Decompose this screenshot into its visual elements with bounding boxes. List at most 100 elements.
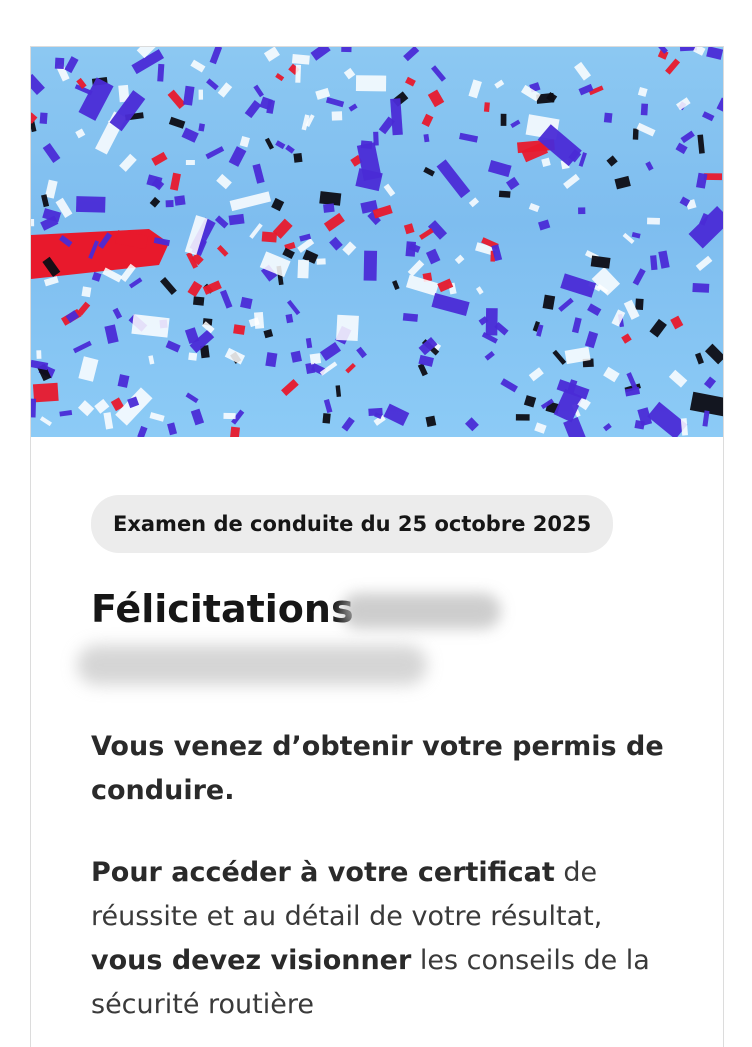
confetti-piece [91, 271, 102, 282]
license-obtained-text: Vous venez d’obtenir votre permis de con… [91, 731, 664, 806]
redacted-name-last [77, 645, 427, 685]
confetti-piece [169, 172, 181, 191]
confetti-piece [229, 191, 272, 212]
confetti-piece [190, 59, 206, 73]
confetti-piece [31, 359, 49, 371]
confetti-piece [403, 223, 415, 235]
confetti-piece [244, 100, 262, 119]
confetti-piece [297, 259, 310, 279]
confetti-piece [640, 103, 649, 116]
confetti-piece [149, 196, 161, 208]
confetti-piece [665, 58, 681, 75]
confetti-piece [423, 133, 430, 143]
confetti-piece [368, 407, 383, 417]
confetti-piece [151, 151, 168, 166]
confetti-piece [405, 274, 439, 296]
confetti-piece [206, 78, 219, 91]
confetti-piece [323, 203, 335, 213]
confetti-piece [650, 255, 658, 271]
confetti-piece [128, 277, 143, 289]
confetti-piece [285, 313, 294, 324]
confetti-piece [310, 47, 331, 61]
confetti-piece [487, 160, 512, 178]
confetti-piece [647, 217, 660, 225]
confetti-piece [104, 324, 119, 344]
confetti-piece [403, 47, 420, 62]
confetti-piece [701, 111, 715, 122]
confetti-piece [475, 286, 484, 295]
confetti-piece [421, 113, 434, 127]
confetti-piece [702, 410, 710, 427]
confetti-piece [603, 366, 620, 383]
confetti-piece [336, 314, 359, 342]
result-card: Examen de conduite du 25 octobre 2025 Fé… [30, 46, 724, 1047]
confetti-piece [500, 378, 518, 393]
confetti-piece [693, 47, 706, 56]
confetti-piece [584, 330, 599, 349]
confetti-piece [637, 86, 648, 97]
confetti-piece [425, 415, 437, 428]
confetti-piece [331, 111, 343, 121]
confetti-piece [341, 416, 355, 432]
exam-date-badge: Examen de conduite du 25 octobre 2025 [91, 495, 614, 553]
confetti-piece [634, 420, 645, 430]
confetti-piece [263, 47, 280, 62]
confetti-piece [131, 314, 170, 338]
confetti-piece [165, 200, 174, 208]
confetti-piece [523, 395, 537, 408]
confetti-piece [309, 353, 322, 365]
confetti-piece [119, 153, 137, 172]
confetti-piece [538, 219, 551, 231]
confetti-piece [697, 134, 705, 154]
confetti-piece [185, 392, 199, 404]
confetti-piece [363, 250, 378, 281]
confetti-piece [217, 82, 233, 98]
confetti-piece [261, 231, 278, 243]
confetti-piece [345, 362, 356, 374]
confetti-piece [329, 236, 343, 251]
certificate-instructions: Pour accéder à votre certificat de réuss… [91, 851, 671, 1027]
confetti-piece [216, 245, 229, 257]
confetti-piece [454, 254, 465, 265]
confetti-piece [355, 75, 387, 92]
confetti-piece [285, 144, 295, 154]
confetti-piece [635, 298, 644, 311]
confetti-piece [44, 179, 58, 199]
confetti-piece [290, 350, 302, 363]
confetti-piece [319, 341, 342, 361]
confetti-illustration [31, 47, 723, 437]
confetti-piece [342, 241, 357, 256]
confetti-piece [167, 89, 186, 110]
confetti-piece [560, 273, 597, 298]
confetti-piece [188, 352, 198, 361]
confetti-piece [291, 54, 310, 65]
confetti-piece [297, 238, 315, 253]
confetti-piece [31, 218, 35, 227]
confetti-piece [219, 289, 233, 309]
confetti-piece [465, 417, 479, 432]
instruction-bold-watch: vous devez visionner [91, 945, 412, 976]
confetti-piece [295, 64, 302, 83]
confetti-piece [263, 329, 274, 339]
confetti-piece [198, 123, 205, 132]
confetti-piece [193, 296, 205, 306]
confetti-piece [59, 410, 73, 417]
confetti-piece [43, 276, 59, 287]
confetti-piece [305, 337, 313, 349]
confetti-piece [528, 367, 544, 382]
confetti-piece [198, 89, 204, 100]
confetti-piece [228, 146, 247, 167]
confetti-piece [271, 197, 285, 212]
confetti-piece [688, 205, 723, 249]
confetti-piece [498, 190, 511, 198]
confetti-piece [202, 280, 222, 295]
heading-row: Félicitations [77, 585, 671, 685]
confetti-piece [658, 250, 670, 269]
confetti-piece [649, 318, 667, 338]
confetti-piece [716, 97, 723, 112]
confetti-piece [185, 159, 195, 166]
confetti-piece [319, 191, 342, 206]
confetti-piece [78, 356, 99, 382]
confetti-piece [645, 161, 654, 171]
confetti-piece [614, 175, 631, 190]
